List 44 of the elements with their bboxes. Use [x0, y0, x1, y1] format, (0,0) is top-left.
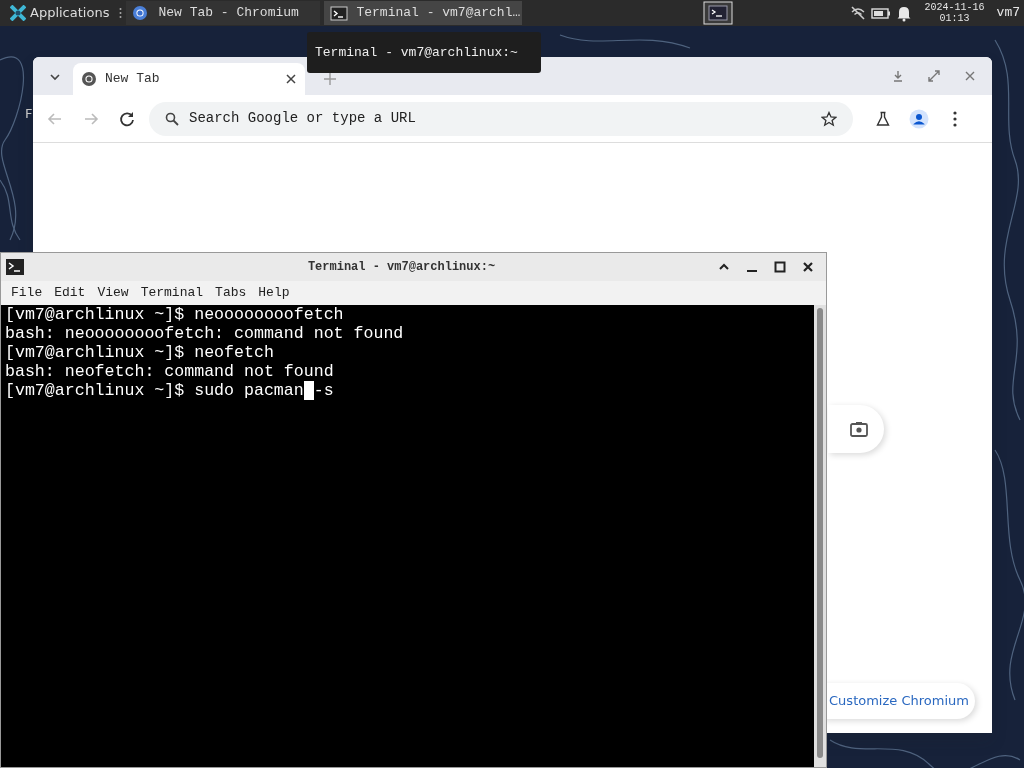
desktop-label-fragment: F: [25, 105, 33, 123]
camera-icon: [850, 421, 868, 437]
output-line: bash: neofetch: command not found: [5, 362, 335, 381]
command-line: [vm7@archlinux ~]$ neoooooooofetch: [5, 305, 345, 324]
menu-item[interactable]: Tabs: [209, 283, 253, 303]
close-icon[interactable]: [802, 261, 814, 273]
search-icon: [165, 111, 179, 126]
menu-item[interactable]: Help: [252, 283, 296, 303]
fullscreen-icon[interactable]: [928, 70, 940, 82]
taskbar-button[interactable]: Terminal - vm7@archl…: [324, 1, 523, 25]
window-title: Terminal - vm7@archlinux:~: [306, 259, 497, 276]
logo-icon: [10, 5, 26, 21]
scrollbar[interactable]: [814, 305, 826, 767]
applications-menu-button[interactable]: Applications: [4, 1, 116, 25]
terminal-icon[interactable]: [702, 1, 733, 25]
chevron-down-icon: [49, 71, 61, 83]
terminal-icon: [330, 4, 349, 22]
plus-icon[interactable]: [323, 72, 337, 86]
network-off-icon[interactable]: [848, 4, 867, 22]
person-icon: [909, 108, 929, 129]
close-icon[interactable]: [285, 73, 297, 85]
output-line: bash: neoooooooofetch: command not found: [5, 324, 405, 343]
tooltip: Terminal - vm7@archlinux:~: [307, 32, 541, 73]
star-icon[interactable]: [821, 110, 837, 127]
menu-item[interactable]: Terminal: [134, 283, 210, 303]
maximize-icon[interactable]: [774, 261, 786, 273]
menu-item[interactable]: File: [5, 283, 49, 303]
command-line: [vm7@archlinux ~]$ neofetch: [5, 343, 275, 362]
taskbar-button[interactable]: New Tab - Chromium: [126, 1, 321, 25]
menu-item[interactable]: View: [91, 283, 135, 303]
chromium-icon: [81, 71, 97, 87]
download-icon[interactable]: [892, 70, 904, 82]
text-cursor: [303, 381, 314, 400]
menu-item[interactable]: Edit: [48, 283, 92, 303]
flask-icon: [875, 110, 891, 127]
separator-icon: [119, 7, 123, 19]
camera-search-button[interactable]: [828, 405, 884, 453]
clock[interactable]: 2024-11-16 01:13: [924, 2, 985, 24]
command-line: [vm7@archlinux ~]$ sudo pacman -s: [5, 381, 335, 400]
terminal-icon: [5, 258, 25, 276]
user-name[interactable]: vm7: [996, 3, 1020, 23]
browser-tab[interactable]: New Tab: [73, 63, 305, 95]
kebab-menu-icon: [953, 110, 957, 127]
address-bar[interactable]: Search Google or type a URL: [149, 101, 853, 136]
